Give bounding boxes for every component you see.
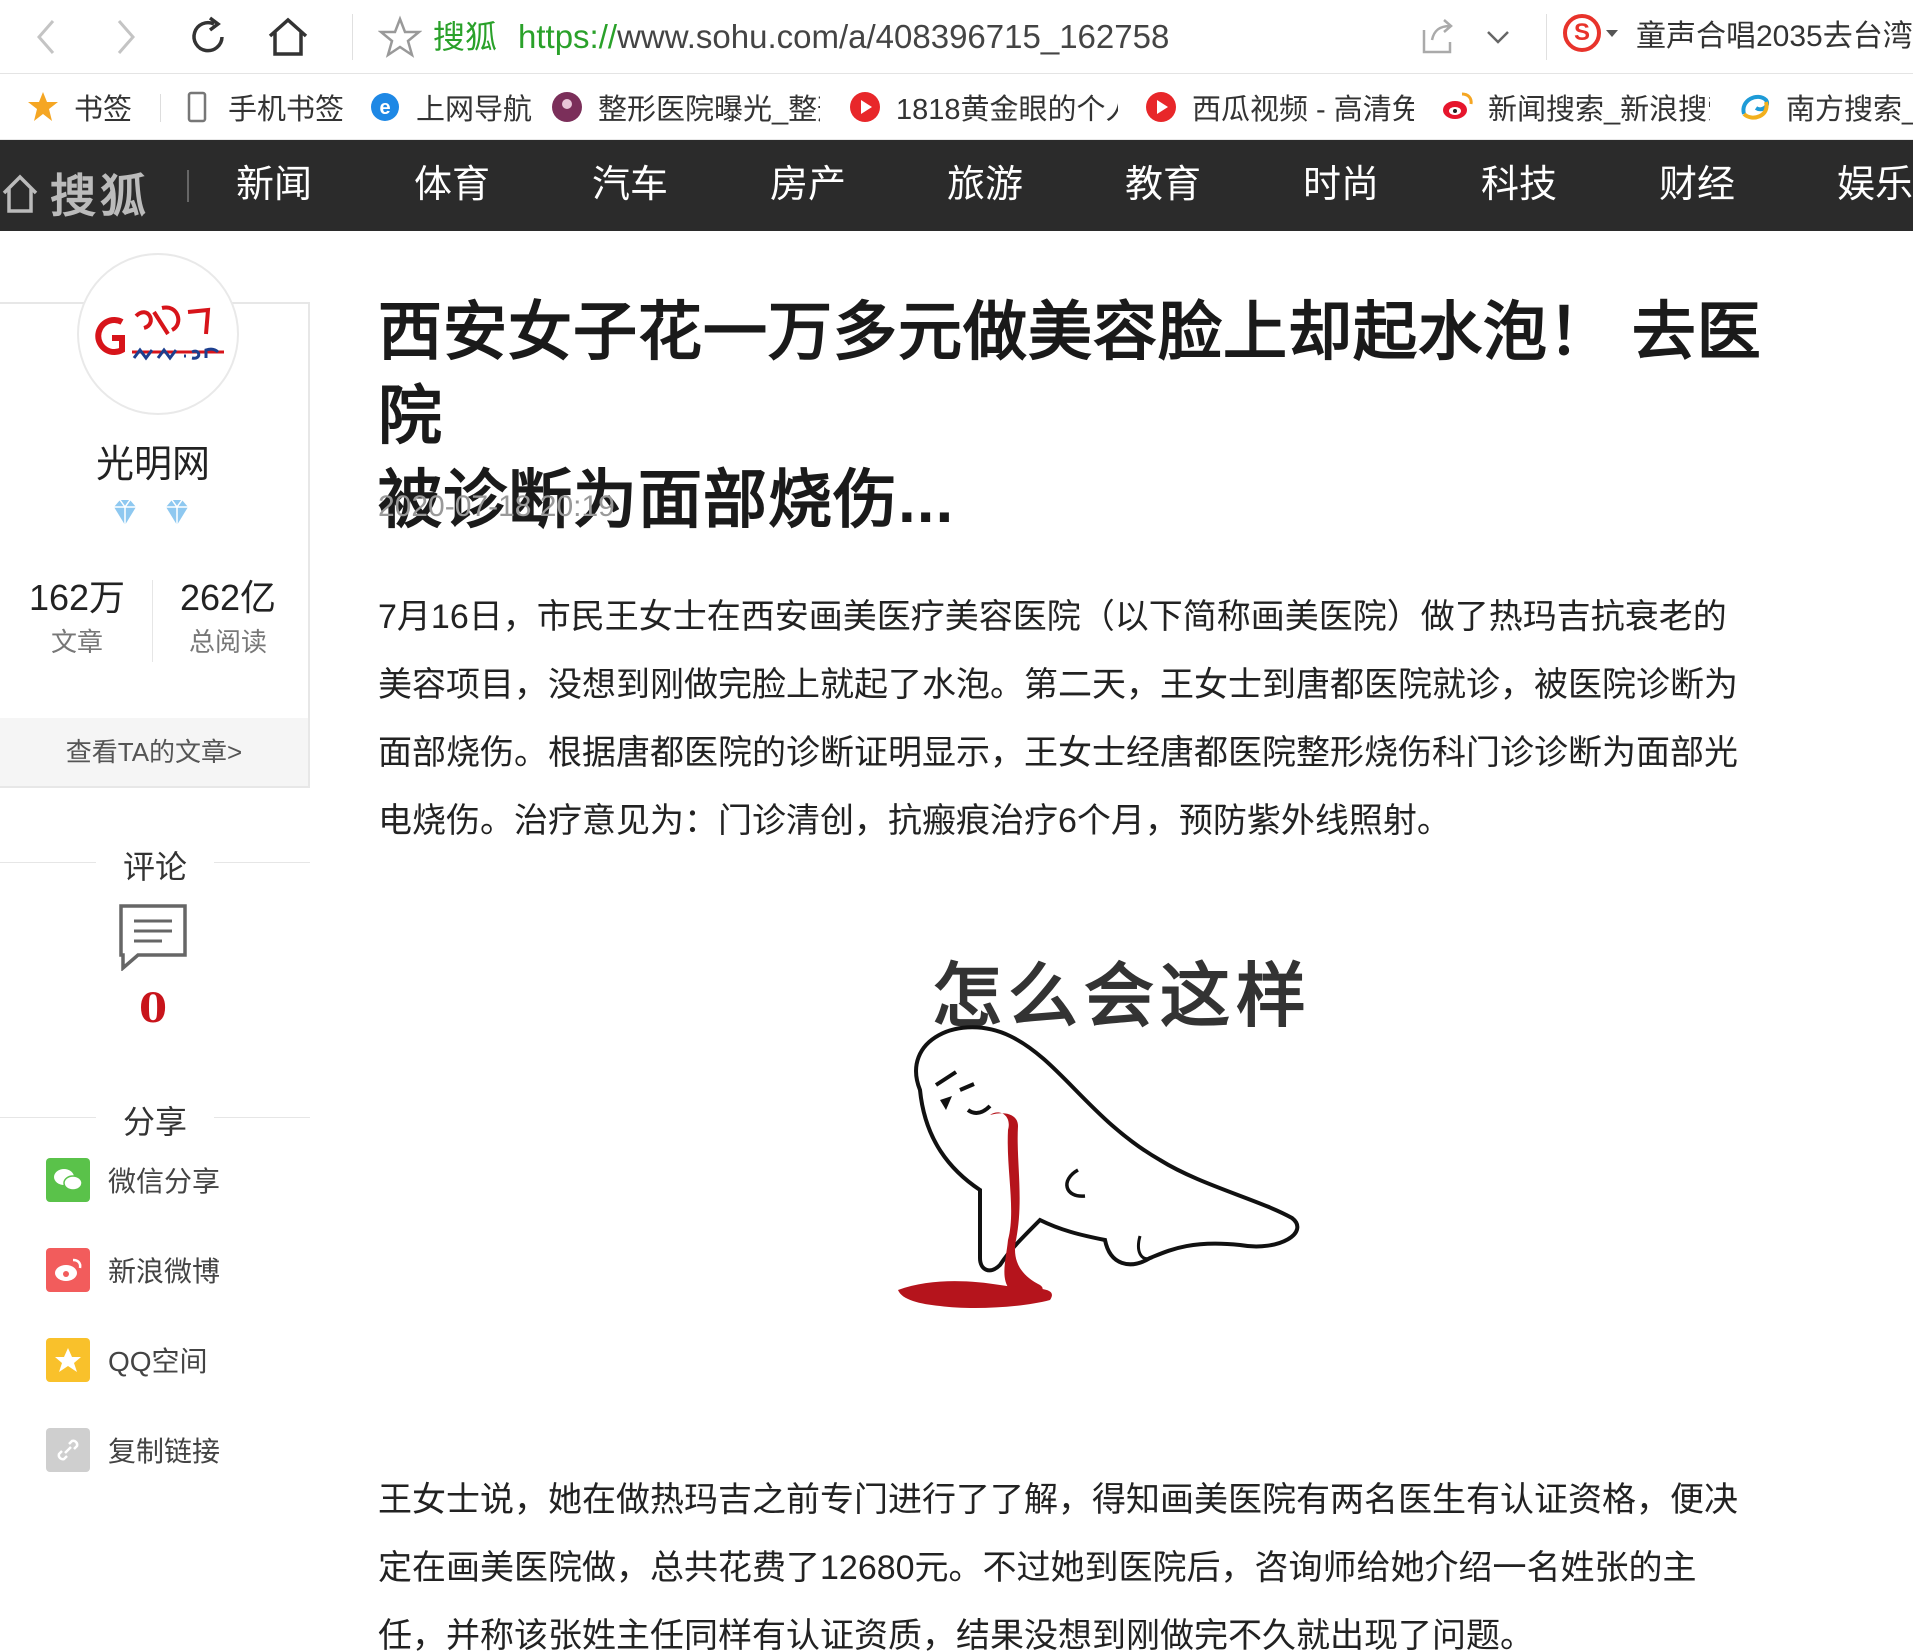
share-qzone-button[interactable]: QQ空间 <box>46 1337 208 1383</box>
address-bar[interactable]: https://www.sohu.com/a/408396715_162758 <box>518 14 1169 60</box>
stat-articles: 162万 文章 <box>2 572 152 660</box>
bookmarks-bar: 书签 手机书签 e 上网导航 整形医院曝光_整形 1818黄金眼的个人 西瓜视频… <box>0 74 1913 140</box>
bookmark-item-nav[interactable]: e 上网导航 <box>368 84 532 130</box>
star-icon <box>26 90 60 124</box>
bookmark-item-1818[interactable]: 1818黄金眼的个人 <box>848 84 1118 130</box>
qzone-star-icon <box>46 1338 90 1382</box>
article-paragraph-1: 7月16日，市民王女士在西安画美医疗美容医院（以下简称画美医院）做了热玛吉抗衰老… <box>378 598 1738 840</box>
weibo-icon <box>1440 90 1474 124</box>
share-weibo-button[interactable]: 新浪微博 <box>46 1247 220 1293</box>
reads-count: 262亿 <box>179 577 277 618</box>
link-icon <box>46 1428 90 1472</box>
comment-count[interactable]: 0 <box>0 985 306 1032</box>
share-page-button[interactable] <box>1418 14 1458 65</box>
site-nav: 搜狐 新闻 体育 汽车 房产 旅游 教育 时尚 科技 财经 娱乐 <box>0 140 1913 231</box>
bookmark-item-xigua[interactable]: 西瓜视频 - 高清免 <box>1144 84 1414 130</box>
nav-item-tech[interactable]: 科技 <box>1481 140 1557 231</box>
home-icon <box>2 174 38 213</box>
weibo-icon <box>46 1248 90 1292</box>
comment-button[interactable] <box>118 903 188 976</box>
search-engine-caret-icon[interactable] <box>1606 30 1618 37</box>
reload-button[interactable] <box>180 9 236 65</box>
article-image: 怎么会这样 <box>840 940 1380 1370</box>
article-time: 2020-07-18 20:19 <box>378 490 615 523</box>
chevron-left-icon <box>37 20 55 54</box>
forward-button[interactable] <box>98 9 154 65</box>
nav-item-finance[interactable]: 财经 <box>1659 140 1735 231</box>
wechat-icon <box>46 1158 90 1202</box>
gmw-logo-icon <box>95 305 224 361</box>
share-icon <box>1422 19 1453 54</box>
reads-label: 总阅读 <box>188 627 267 657</box>
bookmark-item-sina-search[interactable]: 新闻搜索_新浪搜索 <box>1440 84 1710 130</box>
chevron-down-icon <box>1487 31 1509 44</box>
nav-item-education[interactable]: 教育 <box>1125 140 1201 231</box>
reload-icon <box>192 16 224 53</box>
browser-toolbar: 搜狐 https://www.sohu.com/a/408396715_1627… <box>0 0 1913 74</box>
star-outline-icon <box>377 15 423 58</box>
nav-item-auto[interactable]: 汽车 <box>592 140 668 231</box>
nav-item-sports[interactable]: 体育 <box>414 140 490 231</box>
svg-text:e: e <box>379 97 390 119</box>
swirl-icon <box>1738 90 1772 124</box>
nav-item-house[interactable]: 房产 <box>770 140 846 231</box>
home-button[interactable] <box>260 9 316 65</box>
search-box[interactable]: 童声合唱2035去台湾 <box>1636 14 1913 60</box>
chevron-right-icon <box>117 20 135 54</box>
comment-icon <box>119 904 187 972</box>
address-site-label: 搜狐 <box>433 19 498 55</box>
hospital-logo-icon <box>550 90 584 124</box>
articles-count: 162万 <box>28 577 126 618</box>
bookmark-item-nanfang[interactable]: 南方搜索_南 <box>1738 84 1913 130</box>
nav-item-news[interactable]: 新闻 <box>236 140 312 231</box>
share-wechat-button[interactable]: 微信分享 <box>46 1157 220 1203</box>
bookmark-item-hospital[interactable]: 整形医院曝光_整形 <box>550 84 820 130</box>
bookmark-item-mobile[interactable]: 手机书签 <box>180 84 344 130</box>
avatar[interactable] <box>77 253 239 415</box>
diamond-badge-icon <box>166 499 188 525</box>
video-play-icon <box>1144 90 1178 124</box>
comments-section-title: 评论 <box>0 842 310 888</box>
author-name[interactable]: 光明网 <box>0 433 306 488</box>
bookmark-item-bookmarks[interactable]: 书签 <box>26 84 132 130</box>
sohu-logo[interactable]: 搜狐 <box>0 160 150 226</box>
article-paragraph-2: 王女士说，她在做热玛吉之前专门进行了了解，得知画美医院有两名医生有认证资格，便决… <box>378 1481 1738 1652</box>
diamond-badge-icon <box>114 499 136 525</box>
share-section-title: 分享 <box>0 1097 310 1143</box>
video-play-icon <box>848 90 882 124</box>
view-articles-link[interactable]: 查看TA的文章> <box>0 718 308 786</box>
address-dropdown-button[interactable] <box>1480 14 1516 65</box>
articles-label: 文章 <box>50 627 103 657</box>
author-badges <box>108 495 194 529</box>
nav-item-fashion[interactable]: 时尚 <box>1303 140 1379 231</box>
nav-item-travel[interactable]: 旅游 <box>947 140 1023 231</box>
url-text: www.sohu.com/a/408396715_162758 <box>617 18 1170 55</box>
url-scheme: https:// <box>518 18 618 55</box>
meme-figure-illustration <box>898 1025 1300 1308</box>
phone-icon <box>180 90 214 124</box>
stat-reads: 262亿 总阅读 <box>153 572 303 660</box>
search-engine-logo-icon[interactable]: S <box>1563 14 1601 52</box>
copy-link-button[interactable]: 复制链接 <box>46 1427 220 1473</box>
bookmark-star-button[interactable] <box>377 14 423 65</box>
back-button[interactable] <box>18 9 74 65</box>
home-icon <box>268 17 308 56</box>
nav-item-entertainment[interactable]: 娱乐 <box>1837 140 1913 231</box>
ie-icon: e <box>368 90 402 124</box>
